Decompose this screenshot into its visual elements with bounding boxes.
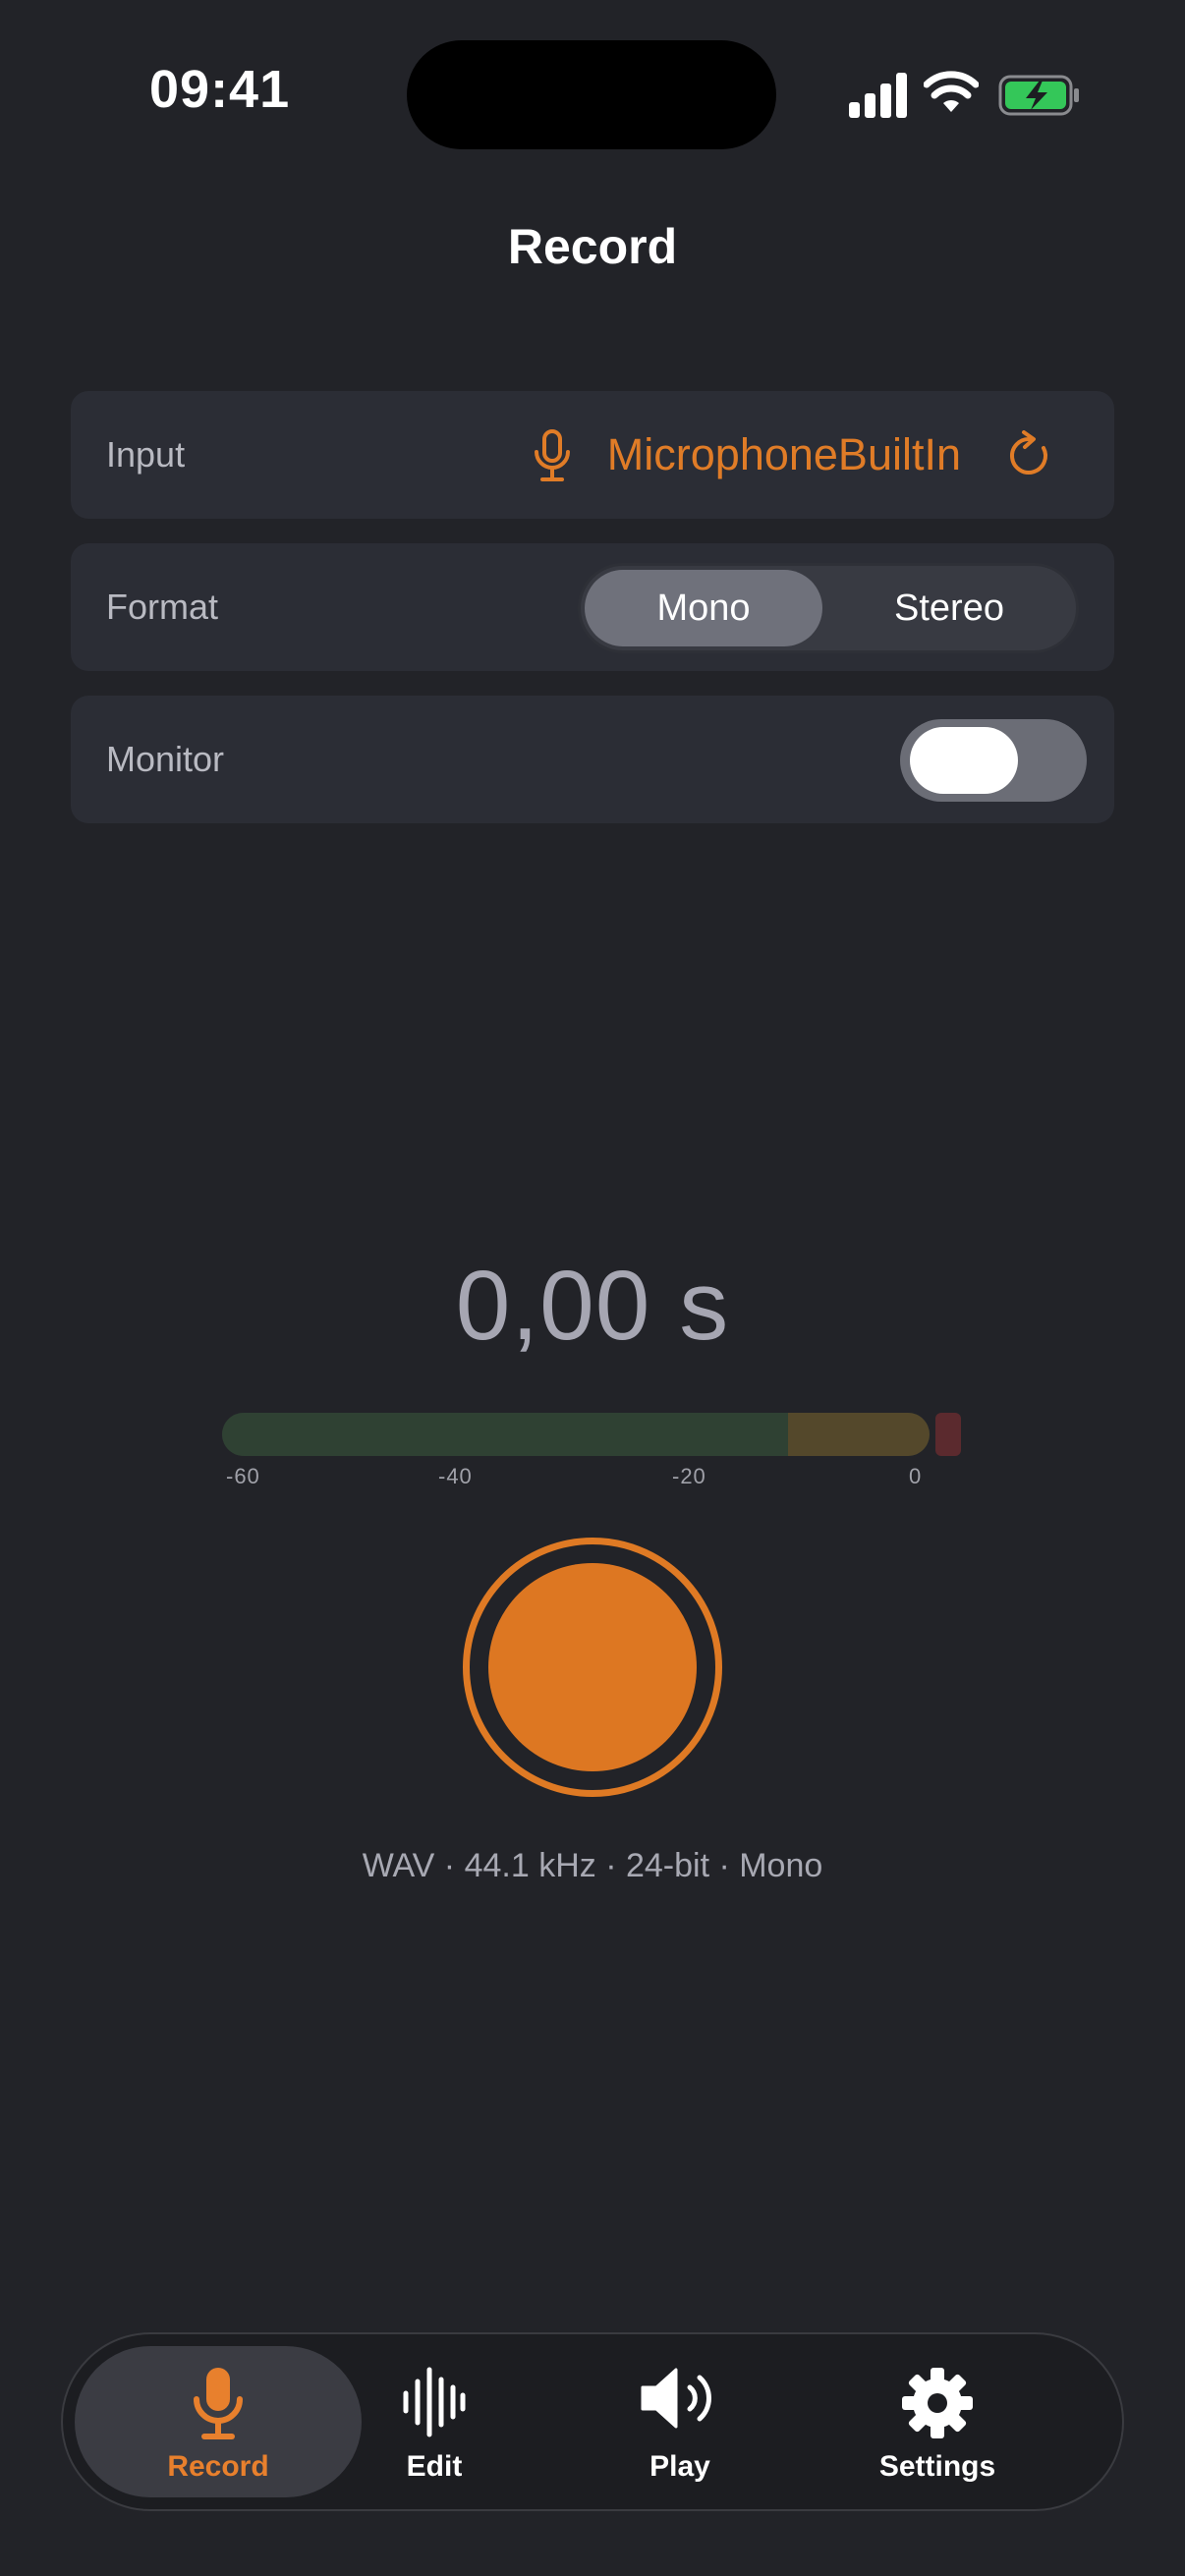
monitor-toggle[interactable]: [900, 719, 1087, 802]
cellular-signal-icon: [849, 73, 907, 118]
level-meter-clip-indicator: [935, 1413, 961, 1456]
meter-tick-label: 0: [909, 1464, 923, 1488]
format-label: Format: [106, 587, 219, 627]
status-time: 09:41: [149, 60, 291, 119]
recording-timer: 0,00 s: [455, 1251, 730, 1361]
tab-edit[interactable]: Edit: [336, 2346, 533, 2497]
microphone-icon: [194, 2368, 243, 2439]
record-button-dot[interactable]: [488, 1563, 697, 1771]
format-card: Format Mono Stereo: [71, 543, 1114, 671]
recording-format-info: WAV · 44.1 kHz · 24-bit · Mono: [362, 1847, 823, 1884]
tab-settings[interactable]: Settings: [829, 2346, 1045, 2497]
speaker-icon: [641, 2368, 711, 2429]
page-title: Record: [507, 219, 678, 274]
input-label: Input: [106, 434, 186, 475]
dynamic-island: [407, 40, 776, 149]
tab-play[interactable]: Play: [582, 2346, 778, 2497]
refresh-icon[interactable]: [1004, 430, 1055, 481]
format-option-mono[interactable]: Mono: [585, 570, 822, 646]
microphone-icon: [535, 429, 570, 481]
input-card[interactable]: Input MicrophoneBuiltIn: [71, 391, 1114, 519]
format-segmented-control[interactable]: Mono Stereo: [578, 563, 1079, 653]
tab-label: Edit: [406, 2450, 463, 2483]
format-option-stereo[interactable]: Stereo: [830, 570, 1068, 646]
tab-label: Settings: [878, 2450, 996, 2483]
input-device-value[interactable]: MicrophoneBuiltIn: [607, 391, 961, 519]
waveform-icon: [403, 2367, 466, 2437]
tab-label: Play: [649, 2450, 710, 2483]
gear-icon: [902, 2368, 973, 2438]
level-meter-warning-zone: [788, 1413, 930, 1456]
meter-tick-label: -60: [226, 1464, 260, 1488]
meter-tick-label: -20: [672, 1464, 706, 1488]
wifi-icon: [924, 71, 979, 112]
tab-record[interactable]: Record: [75, 2346, 362, 2497]
level-meter: [222, 1413, 930, 1456]
monitor-card: Monitor: [71, 696, 1114, 823]
meter-tick-label: -40: [438, 1464, 473, 1488]
tab-label: Record: [167, 2450, 269, 2483]
tab-bar: Record Edit Play Settings: [61, 2332, 1124, 2511]
toggle-knob: [910, 727, 1018, 794]
battery-charging-icon: [998, 75, 1079, 116]
level-meter-safe-zone: [222, 1413, 788, 1456]
monitor-label: Monitor: [106, 739, 225, 779]
